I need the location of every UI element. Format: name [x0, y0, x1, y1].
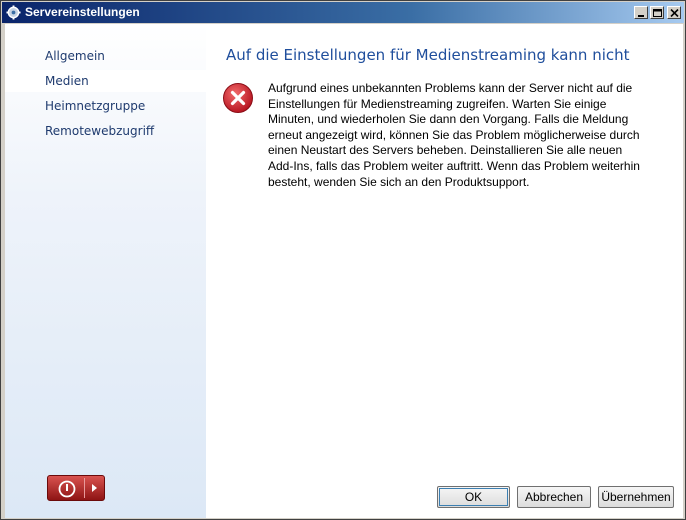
cancel-button[interactable]: Abbrechen: [517, 486, 591, 508]
minimize-icon: [638, 15, 644, 17]
title-bar[interactable]: Servereinstellungen: [2, 2, 684, 23]
sidebar-item-medien[interactable]: Medien: [5, 70, 206, 92]
error-message: Aufgrund eines unbekannten Problems kann…: [268, 81, 648, 190]
power-options-button[interactable]: [47, 475, 105, 501]
message-line: Add-Ins, falls das Problem weiter auftri…: [268, 158, 640, 173]
message-line: erneut angezeigt wird, können Sie das Pr…: [268, 127, 640, 142]
message-line: besteht, wenden Sie sich an den Produkts…: [268, 174, 530, 189]
dialog-client-area: Allgemein Medien Heimnetzgruppe Remotewe…: [5, 24, 683, 518]
message-line: Aufgrund eines unbekannten Problems kann…: [268, 81, 633, 95]
main-content: Auf die Einstellungen für Medienstreamin…: [206, 24, 683, 518]
ok-button[interactable]: OK: [437, 486, 510, 508]
maximize-icon: [653, 9, 662, 17]
error-icon: [223, 83, 253, 113]
sidebar-item-heimnetzgruppe[interactable]: Heimnetzgruppe: [5, 95, 206, 117]
window-title: Servereinstellungen: [25, 5, 140, 19]
power-icon: [58, 480, 76, 498]
close-icon: [670, 9, 679, 17]
message-line: Minuten, und wiederholen Sie dann den Vo…: [268, 112, 629, 127]
message-line: Einstellungen für Medienstreaming zugrei…: [268, 96, 607, 111]
maximize-button[interactable]: [650, 6, 664, 19]
sidebar-item-remotewebzugriff[interactable]: Remotewebzugriff: [5, 120, 206, 142]
message-line: einen Neustart des Servers beheben. Dein…: [268, 143, 623, 158]
apply-button[interactable]: Übernehmen: [598, 486, 674, 508]
page-title: Auf die Einstellungen für Medienstreamin…: [226, 46, 630, 64]
power-button-divider: [84, 478, 85, 498]
gear-icon: [6, 5, 21, 20]
sidebar: Allgemein Medien Heimnetzgruppe Remotewe…: [5, 24, 206, 518]
close-button[interactable]: [667, 6, 681, 19]
arrow-right-icon: [92, 484, 97, 492]
sidebar-item-allgemein[interactable]: Allgemein: [5, 45, 206, 67]
settings-window: Servereinstellungen Allgemein Medien Hei…: [0, 0, 686, 520]
minimize-button[interactable]: [634, 6, 648, 19]
